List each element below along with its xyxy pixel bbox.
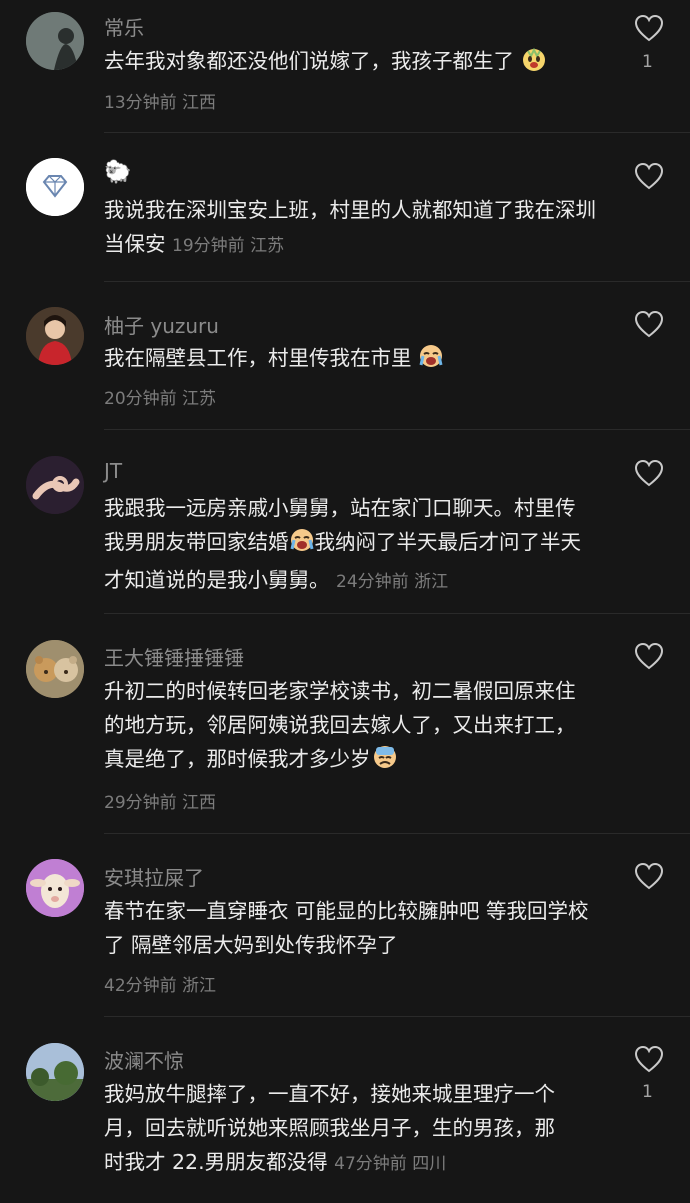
comment-author[interactable]: 王大锤锤捶锤锤 [104,642,244,671]
comment-text-content: 去年我对象都还没他们说嫁了，我孩子都生了 [104,49,514,73]
comment-meta: 13分钟前 江西 [104,88,216,113]
laugh-cry-emoji [521,46,547,82]
like-count: 1 [642,1082,653,1102]
divider [104,429,690,430]
comment-text: 我跟我一远房亲戚小舅舅，站在家门口聊天。村里传我男朋友带回家结婚 我纳闷了半天最后… [104,491,594,599]
comment-location: 四川 [412,1154,447,1174]
divider [104,281,690,282]
comment-location: 浙江 [414,572,449,592]
avatar[interactable] [26,640,84,698]
comment-location: 江苏 [182,389,217,409]
avatar[interactable] [26,307,84,365]
like-button[interactable] [634,459,664,487]
avatar[interactable] [26,859,84,917]
like-button[interactable] [634,14,664,42]
comment-time: 24分钟前 [336,572,409,592]
comment-author[interactable]: 波澜不惊 [104,1045,184,1074]
heart-outline-icon [634,162,664,190]
like-button[interactable] [634,162,664,190]
comment-time: 29分钟前 [104,793,177,813]
like-button[interactable] [634,1045,664,1073]
comment-text-content: 我在隔壁县工作，村里传我在市里 [104,346,412,370]
comment-text: 去年我对象都还没他们说嫁了，我孩子都生了 [104,44,604,82]
heart-outline-icon [634,14,664,42]
comment-text: 升初二的时候转回老家学校读书，初二暑假回原来住的地方玩，邻居阿姨说我回去嫁人了，… [104,674,594,780]
divider [104,613,690,614]
crying-emoji [418,343,444,379]
comment-location: 江苏 [250,236,285,256]
comment-location: 江西 [182,793,217,813]
sweat-emoji [371,744,399,780]
comment-author[interactable]: 柚子 yuzuru [104,310,219,339]
comment-time: 47分钟前 [334,1154,407,1174]
comment-time: 20分钟前 [104,389,177,409]
comment-location: 浙江 [182,976,217,996]
comment-time: 42分钟前 [104,976,177,996]
avatar[interactable] [26,456,84,514]
comment-location: 江西 [182,93,217,113]
crying-emoji [289,527,315,563]
comment-meta: 42分钟前 浙江 [104,971,216,996]
divider [104,833,690,834]
heart-outline-icon [634,1045,664,1073]
like-button[interactable] [634,862,664,890]
comment-text-content: 我妈放牛腿摔了，一直不好，接她来城里理疗一个月，回去就听说她来照顾我坐月子，生的… [104,1082,555,1174]
comment-meta: 29分钟前 江西 [104,788,216,813]
comment-text: 我说我在深圳宝安上班，村里的人就都知道了我在深圳当保安 19分钟前 江苏 [104,193,604,263]
comment-text: 我在隔壁县工作，村里传我在市里 [104,341,604,379]
comment-meta: 20分钟前 江苏 [104,384,216,409]
like-button[interactable] [634,642,664,670]
comment-time: 19分钟前 [172,236,245,256]
comment-author[interactable]: 安琪拉屎了 [104,862,204,891]
avatar[interactable] [26,1043,84,1101]
comment-text-content: 升初二的时候转回老家学校读书，初二暑假回原来住的地方玩，邻居阿姨说我回去嫁人了，… [104,679,576,771]
heart-outline-icon [634,310,664,338]
comment-time: 13分钟前 [104,93,177,113]
heart-outline-icon [634,459,664,487]
comment-text-content: 春节在家一直穿睡衣 可能显的比较臃肿吧 等我回学校了 隔壁邻居大妈到处传我怀孕了 [104,899,589,957]
comment-text: 我妈放牛腿摔了，一直不好，接她来城里理疗一个月，回去就听说她来照顾我坐月子，生的… [104,1077,574,1181]
comment-author[interactable]: 常乐 [104,12,144,41]
heart-outline-icon [634,862,664,890]
divider [104,1016,690,1017]
comment-author[interactable]: 🐑 [104,160,131,185]
comment-author[interactable]: JT [104,459,122,483]
divider [104,132,690,133]
comment-text: 春节在家一直穿睡衣 可能显的比较臃肿吧 等我回学校了 隔壁邻居大妈到处传我怀孕了 [104,894,599,962]
avatar[interactable] [26,158,84,216]
like-count: 1 [642,52,653,72]
avatar[interactable] [26,12,84,70]
like-button[interactable] [634,310,664,338]
heart-outline-icon [634,642,664,670]
